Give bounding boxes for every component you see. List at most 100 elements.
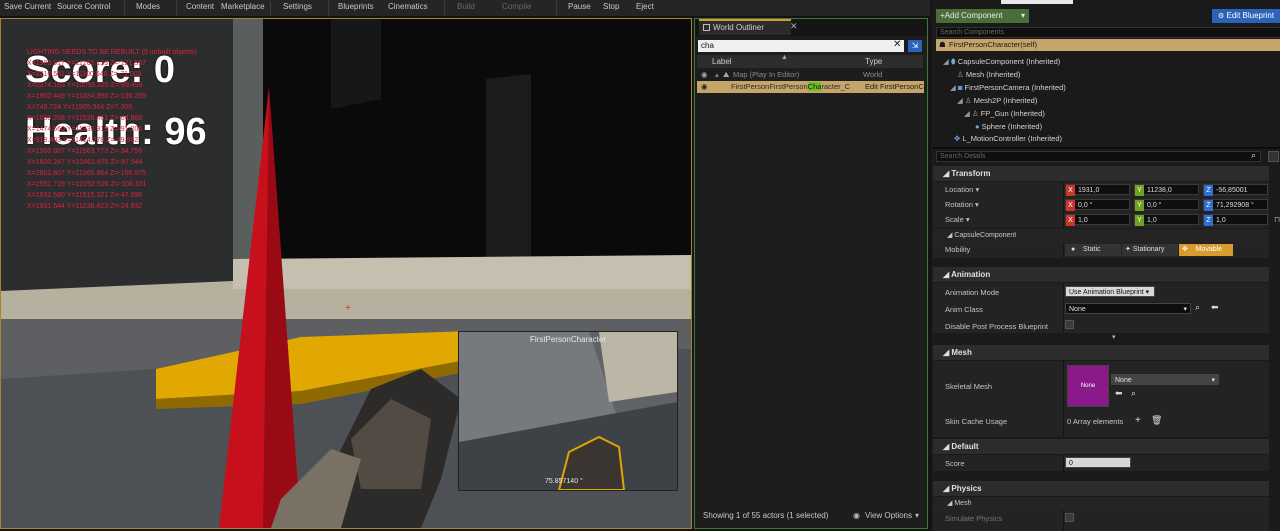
details-panel: +Add Component ▾ ⚙ Edit Blueprint Search… — [930, 0, 1280, 531]
capsule-subcategory[interactable]: ◢ CapsuleComponent — [933, 229, 1269, 242]
disable-pp-checkbox[interactable] — [1065, 320, 1074, 329]
component-tree-item[interactable]: ◢ ♙ Mesh2P (Inherited) — [957, 96, 1037, 105]
expand-arrow-icon[interactable]: ▴ — [715, 69, 719, 81]
use-selected-arrow-icon[interactable]: ⬅ — [1211, 302, 1219, 313]
advanced-expand-icon[interactable]: ▾ — [1112, 333, 1116, 341]
settings-button[interactable]: Settings — [283, 2, 312, 11]
simulate-physics-checkbox[interactable] — [1065, 513, 1074, 522]
transform-category[interactable]: ◢ Transform — [933, 166, 1269, 181]
build-button[interactable]: Build — [457, 2, 475, 11]
rotation-x-field[interactable]: X 0,0 ° — [1065, 199, 1130, 211]
scale-z-field[interactable]: Z 1,0 — [1203, 214, 1268, 226]
visibility-eye-icon[interactable]: ◉ — [701, 69, 708, 81]
scale-x-field[interactable]: X 1,0 — [1065, 214, 1130, 226]
browse-search-icon[interactable]: ⌕ — [1131, 388, 1136, 399]
browse-search-icon[interactable]: ⌕ — [1195, 302, 1200, 313]
rotation-z-field[interactable]: Z 71,292908 ° — [1203, 199, 1268, 211]
modes-button[interactable]: Modes — [136, 2, 160, 11]
actor-count-status: Showing 1 of 55 actors (1 selected) — [703, 511, 829, 520]
tab-world-outliner[interactable]: World Outliner — [699, 19, 791, 35]
outliner-search-input[interactable]: cha — [698, 40, 904, 52]
component-self-row[interactable]: ☗ FirstPersonCharacter(self) — [936, 39, 1280, 51]
column-splitter[interactable] — [1063, 361, 1064, 437]
column-type-header[interactable]: Type — [865, 57, 882, 66]
skeletal-mesh-dropdown[interactable]: None ▾ — [1111, 374, 1219, 385]
component-tree-item[interactable]: ● Sphere (Inherited) — [975, 122, 1042, 131]
edit-blueprint-button[interactable]: ⚙ Edit Blueprint — [1212, 9, 1280, 23]
scale-y-field[interactable]: Y 1,0 — [1134, 214, 1199, 226]
toolbar-divider — [444, 1, 445, 15]
visibility-eye-icon[interactable]: ◉ — [701, 81, 708, 93]
map-icon: ⛰ — [723, 70, 730, 79]
column-splitter[interactable] — [1063, 182, 1064, 228]
component-tree-item[interactable]: ◢ ♙ FP_Gun (Inherited) — [964, 109, 1045, 118]
animation-category[interactable]: ◢ Animation — [933, 267, 1269, 282]
add-filter-icon[interactable]: ⇲ — [908, 40, 922, 52]
location-x-field[interactable]: X 1931,0 — [1065, 184, 1130, 196]
default-category[interactable]: ◢ Default — [933, 439, 1269, 454]
animation-mode-dropdown[interactable]: Use Animation Blueprint ▾ — [1065, 286, 1155, 297]
property-matrix-icon[interactable] — [1268, 151, 1279, 162]
actor-name-field[interactable] — [1001, 0, 1073, 4]
search-details-input[interactable]: Search Details — [936, 151, 1261, 162]
search-components-input[interactable]: Search Components — [936, 27, 1280, 38]
splitter[interactable] — [933, 147, 1280, 149]
column-splitter[interactable] — [1063, 510, 1064, 531]
eject-button[interactable]: Eject — [636, 2, 654, 11]
capsule-title: CapsuleComponent — [954, 232, 1017, 239]
physics-category[interactable]: ◢ Physics — [933, 481, 1269, 496]
expand-arrow-icon: ◢ — [957, 96, 963, 105]
lock-icon[interactable]: ⊓ — [1274, 215, 1280, 224]
chevron-down-icon: ▾ — [1145, 289, 1150, 296]
outliner-row-character[interactable]: ◉ FirstPersonFirstPersonCharacter_C Edit… — [697, 81, 924, 93]
rotation-y-field[interactable]: Y 0,0 ° — [1134, 199, 1199, 211]
level-viewport[interactable]: Score: 0 Health: 96 LIGHTING NEEDS TO BE… — [0, 18, 692, 529]
mesh-category[interactable]: ◢ Mesh — [933, 345, 1269, 360]
view-options-button[interactable]: View Options — [865, 509, 912, 523]
rotation-label[interactable]: Rotation ▾ — [945, 200, 979, 209]
close-tab-icon[interactable]: ✕ — [790, 21, 798, 32]
source-control-button[interactable]: Source Control — [57, 2, 110, 11]
cinematics-button[interactable]: Cinematics — [388, 2, 428, 11]
mobility-movable-button[interactable]: ✥ Movable — [1179, 244, 1233, 256]
pause-button[interactable]: Pause — [568, 2, 591, 11]
location-z-field[interactable]: Z -56,85001 — [1203, 184, 1268, 196]
score-field[interactable]: 0 — [1065, 457, 1131, 468]
component-tree-item[interactable]: ◢ ⬮ CapsuleComponent (Inherited) — [943, 57, 1060, 67]
trash-icon[interactable]: 🗑 — [1151, 415, 1162, 426]
component-tree-item[interactable]: ✥ L_MotionController (Inherited) — [954, 134, 1062, 143]
save-current-button[interactable]: Save Current — [4, 2, 51, 11]
movable-label: Movable — [1195, 246, 1223, 253]
component-tree-item[interactable]: ◢ ◙ FirstPersonCamera (Inherited) — [950, 83, 1066, 92]
camera-preview-scene — [459, 332, 677, 490]
content-button[interactable]: Content — [186, 2, 214, 11]
column-splitter[interactable] — [1063, 283, 1064, 333]
physics-mesh-subcategory[interactable]: ◢ Mesh — [933, 497, 1269, 510]
anim-class-dropdown[interactable]: None ▾ — [1065, 303, 1191, 314]
add-component-button[interactable]: +Add Component ▾ — [936, 9, 1029, 23]
column-label-header[interactable]: Label — [712, 57, 732, 66]
blueprints-button[interactable]: Blueprints — [338, 2, 374, 11]
mobility-static-button[interactable]: ● Static — [1065, 244, 1121, 256]
component-tree-item[interactable]: ♙ Mesh (Inherited) — [957, 70, 1020, 79]
clear-search-icon[interactable]: ✕ — [893, 39, 901, 50]
component-label: FirstPersonCamera (Inherited) — [964, 83, 1066, 92]
marketplace-button[interactable]: Marketplace — [221, 2, 265, 11]
location-y-field[interactable]: Y 11238,0 — [1134, 184, 1199, 196]
outliner-icon — [703, 24, 710, 31]
skeletal-mesh-thumbnail[interactable]: None — [1067, 365, 1109, 407]
crosshair-icon: + — [345, 303, 351, 314]
scale-label[interactable]: Scale ▾ — [945, 215, 970, 224]
outliner-row-type-link[interactable]: Edit FirstPersonC — [863, 81, 924, 93]
column-splitter[interactable] — [1063, 242, 1064, 258]
stop-button[interactable]: Stop — [603, 2, 619, 11]
outliner-row-map[interactable]: ◉ ▴ ⛰ Map (Play In Editor) World — [697, 69, 923, 81]
mobility-stationary-button[interactable]: ✦ Stationary — [1122, 244, 1178, 256]
search-icon[interactable]: ⌕ — [1251, 150, 1256, 161]
compile-button[interactable]: Compile — [502, 2, 531, 11]
location-label[interactable]: Location ▾ — [945, 185, 979, 194]
motion-controller-icon: ✥ — [954, 134, 961, 143]
column-splitter[interactable] — [1063, 455, 1064, 471]
use-selected-arrow-icon[interactable]: ⬅ — [1115, 388, 1123, 399]
add-element-icon[interactable]: + — [1135, 415, 1141, 426]
